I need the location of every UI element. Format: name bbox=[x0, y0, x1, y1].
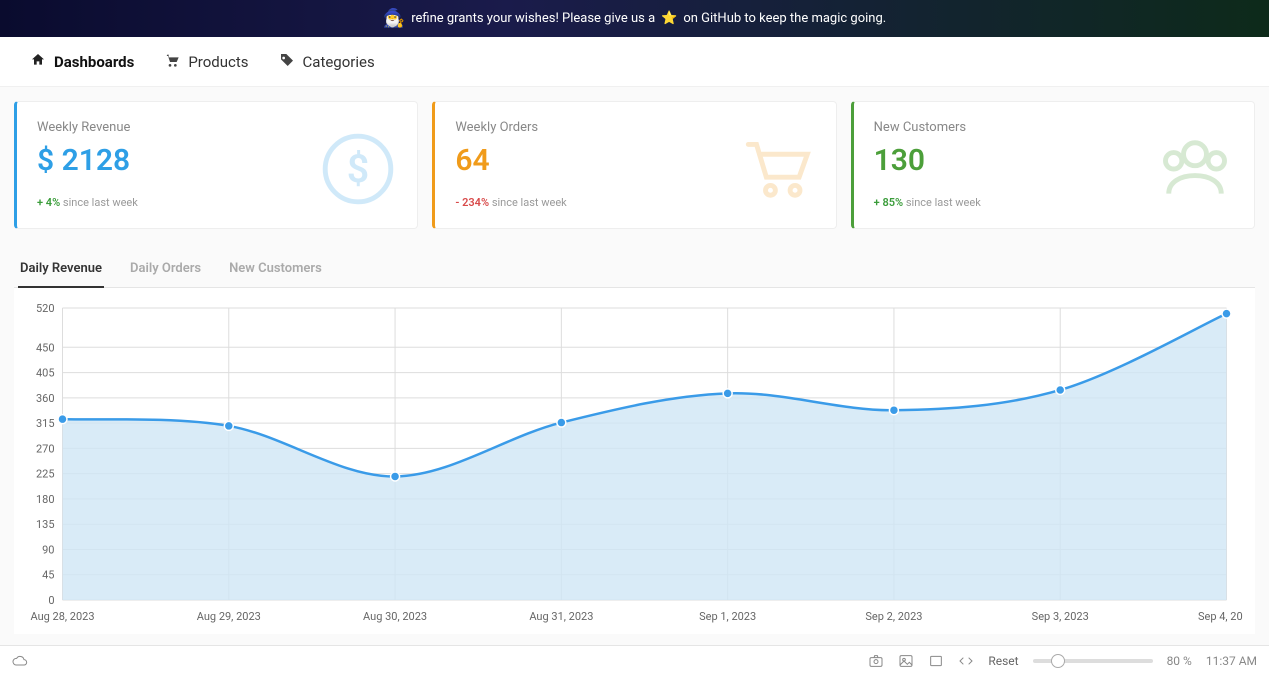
card-customers-delta-suffix: since last week bbox=[906, 196, 981, 209]
tab-daily-orders[interactable]: Daily Orders bbox=[128, 255, 203, 287]
chart-tabs: Daily Revenue Daily Orders New Customers bbox=[14, 255, 1255, 288]
svg-text:Sep 2, 2023: Sep 2, 2023 bbox=[865, 610, 922, 623]
shopping-cart-icon bbox=[736, 128, 818, 214]
cart-icon bbox=[164, 52, 180, 72]
card-revenue-delta-pct: + 4% bbox=[37, 196, 60, 209]
svg-text:$: $ bbox=[347, 145, 370, 192]
nav-products[interactable]: Products bbox=[164, 52, 248, 72]
svg-text:Sep 4, 2023: Sep 4, 2023 bbox=[1198, 610, 1243, 623]
clock-time: 11:37 AM bbox=[1206, 654, 1257, 668]
svg-text:315: 315 bbox=[36, 417, 55, 430]
zoom-slider-thumb[interactable] bbox=[1051, 654, 1065, 668]
card-revenue-delta-suffix: since last week bbox=[63, 196, 138, 209]
tab-daily-revenue[interactable]: Daily Revenue bbox=[18, 255, 104, 288]
svg-text:520: 520 bbox=[36, 302, 55, 315]
svg-text:Sep 1, 2023: Sep 1, 2023 bbox=[699, 610, 756, 623]
dollar-icon: $ bbox=[317, 128, 399, 214]
svg-text:180: 180 bbox=[36, 493, 55, 506]
svg-text:45: 45 bbox=[42, 569, 54, 582]
svg-text:225: 225 bbox=[36, 468, 55, 481]
chart-container: 0 45 90 135 180 225 270 315 360 405 450 520 Aug 28, … bbox=[14, 288, 1255, 634]
code-icon[interactable] bbox=[958, 653, 974, 669]
kpi-cards-row: Weekly Revenue $ 2128 + 4% since last we… bbox=[14, 101, 1255, 229]
nav-categories[interactable]: Categories bbox=[279, 52, 375, 72]
nav-products-label: Products bbox=[188, 53, 248, 71]
svg-text:360: 360 bbox=[36, 392, 55, 405]
tag-icon bbox=[279, 52, 295, 72]
cloud-icon[interactable] bbox=[12, 653, 28, 669]
svg-text:405: 405 bbox=[36, 367, 55, 380]
nav-categories-label: Categories bbox=[303, 53, 375, 71]
nav-dashboards[interactable]: Dashboards bbox=[30, 52, 134, 72]
chart-section: Daily Revenue Daily Orders New Customers… bbox=[14, 255, 1255, 634]
card-weekly-orders: Weekly Orders 64 - 234% since last week bbox=[432, 101, 836, 229]
zoom-value: 80 % bbox=[1167, 654, 1192, 668]
card-orders-delta-suffix: since last week bbox=[492, 196, 567, 209]
svg-text:Aug 29, 2023: Aug 29, 2023 bbox=[197, 610, 261, 623]
nav-dashboards-label: Dashboards bbox=[54, 53, 134, 71]
svg-text:0: 0 bbox=[48, 594, 54, 607]
star-icon[interactable]: ⭐ bbox=[661, 11, 677, 26]
svg-text:450: 450 bbox=[36, 341, 55, 354]
tab-new-customers[interactable]: New Customers bbox=[227, 255, 324, 287]
bottom-bar: Reset 80 % 11:37 AM bbox=[0, 645, 1269, 675]
svg-text:135: 135 bbox=[36, 518, 55, 531]
banner-text-prefix: refine grants your wishes! Please give u… bbox=[411, 11, 655, 26]
wizard-icon: 🧙‍♂️ bbox=[383, 8, 405, 29]
card-new-customers: New Customers 130 + 85% since last week bbox=[851, 101, 1255, 229]
svg-text:Aug 28, 2023: Aug 28, 2023 bbox=[30, 610, 94, 623]
reset-button[interactable]: Reset bbox=[988, 654, 1018, 668]
svg-text:270: 270 bbox=[36, 442, 55, 455]
svg-text:Sep 3, 2023: Sep 3, 2023 bbox=[1032, 610, 1089, 623]
top-nav: Dashboards Products Categories bbox=[0, 37, 1269, 87]
svg-text:Aug 30, 2023: Aug 30, 2023 bbox=[363, 610, 427, 623]
image-icon[interactable] bbox=[898, 653, 914, 669]
card-orders-delta-pct: - 234% bbox=[455, 196, 489, 209]
promo-banner: 🧙‍♂️ refine grants your wishes! Please g… bbox=[0, 0, 1269, 37]
zoom-slider[interactable] bbox=[1033, 659, 1153, 663]
svg-text:Aug 31, 2023: Aug 31, 2023 bbox=[529, 610, 593, 623]
card-weekly-revenue: Weekly Revenue $ 2128 + 4% since last we… bbox=[14, 101, 418, 229]
camera-icon[interactable] bbox=[868, 653, 884, 669]
card-customers-delta-pct: + 85% bbox=[874, 196, 903, 209]
window-icon[interactable] bbox=[928, 653, 944, 669]
banner-text-suffix: on GitHub to keep the magic going. bbox=[683, 11, 886, 26]
svg-text:90: 90 bbox=[42, 543, 54, 556]
users-icon bbox=[1154, 128, 1236, 214]
home-icon bbox=[30, 52, 46, 72]
daily-revenue-chart[interactable]: 0 45 90 135 180 225 270 315 360 405 450 520 Aug 28, … bbox=[18, 298, 1243, 628]
